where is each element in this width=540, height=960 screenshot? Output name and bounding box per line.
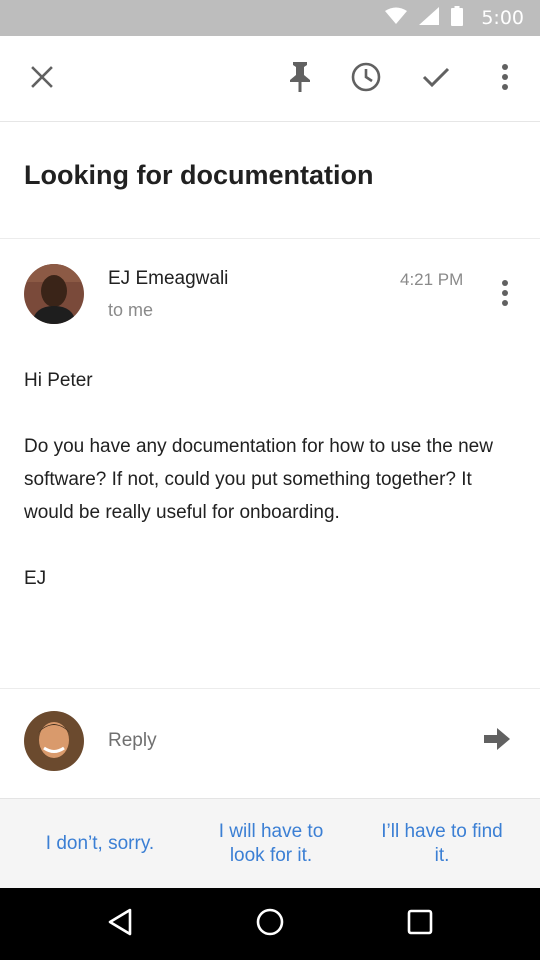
- message-time: 4:21 PM: [400, 270, 464, 289]
- message-greeting: Hi Peter: [24, 370, 93, 391]
- more-vert-icon: [501, 279, 509, 311]
- more-vert-icon: [501, 63, 509, 95]
- user-avatar: [24, 711, 84, 771]
- pin-button[interactable]: [278, 57, 322, 101]
- back-icon: [107, 908, 133, 941]
- subject-header: Looking for documentation: [0, 122, 540, 239]
- send-button[interactable]: [480, 724, 514, 758]
- email-subject: Looking for documentation: [24, 160, 374, 190]
- recipient-label: to me: [108, 300, 154, 320]
- signal-icon: [419, 6, 440, 30]
- message-signature: EJ: [24, 568, 47, 589]
- sender-avatar[interactable]: [24, 264, 84, 324]
- clock-icon: [351, 62, 381, 97]
- message-more-button[interactable]: [489, 279, 521, 311]
- home-button[interactable]: [248, 902, 292, 946]
- status-bar: 5:00: [0, 0, 540, 36]
- battery-icon: [451, 5, 464, 31]
- close-button[interactable]: [20, 57, 64, 101]
- recents-icon: [407, 909, 433, 940]
- recents-button[interactable]: [398, 902, 442, 946]
- smart-reply-2[interactable]: I will have to look for it.: [200, 799, 342, 889]
- wifi-icon: [385, 7, 408, 30]
- pin-icon: [289, 61, 311, 97]
- snooze-button[interactable]: [344, 57, 388, 101]
- more-options-button[interactable]: [483, 57, 527, 101]
- toolbar: [0, 36, 540, 122]
- check-icon: [422, 66, 450, 93]
- divider: [0, 688, 540, 689]
- back-button[interactable]: [98, 902, 142, 946]
- system-nav-bar: [0, 888, 540, 960]
- status-time: 5:00: [481, 7, 524, 29]
- close-icon: [31, 65, 53, 93]
- home-icon: [256, 908, 284, 941]
- smart-reply-1[interactable]: I don’t, sorry.: [24, 799, 176, 889]
- smart-reply-bar: I don’t, sorry. I will have to look for …: [0, 798, 540, 888]
- smart-reply-3[interactable]: I’ll have to find it.: [378, 799, 506, 889]
- sender-name[interactable]: EJ Emeagwali: [108, 268, 228, 290]
- reply-input[interactable]: [108, 724, 458, 758]
- arrow-right-icon: [484, 727, 510, 755]
- done-button[interactable]: [414, 57, 458, 101]
- status-icons: 5:00: [385, 0, 524, 36]
- message-body: Do you have any documentation for how to…: [24, 436, 493, 523]
